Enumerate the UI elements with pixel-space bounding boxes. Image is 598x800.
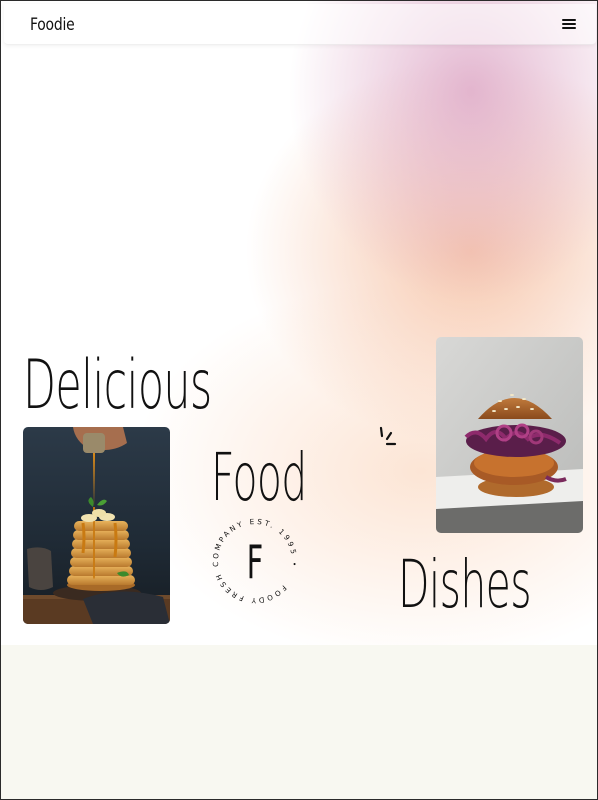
menu-line bbox=[562, 19, 576, 21]
brand-logo[interactable]: Foodie bbox=[30, 15, 75, 35]
hero-word-dishes: Dishes bbox=[398, 546, 532, 623]
spark-icon bbox=[379, 426, 397, 446]
hero-word-food: Food bbox=[211, 439, 307, 516]
badge-letter: F bbox=[246, 535, 264, 589]
menu-line bbox=[562, 27, 576, 29]
menu-line bbox=[562, 23, 576, 25]
page-frame: Foodie Delicious Food Dishes FOODY FRESH… bbox=[0, 0, 598, 800]
navbar: Foodie bbox=[4, 4, 596, 45]
hero-word-delicious: Delicious bbox=[23, 346, 212, 425]
hamburger-menu-icon[interactable] bbox=[560, 17, 578, 33]
pancake-photo bbox=[23, 427, 170, 624]
lower-section bbox=[1, 645, 597, 799]
burger-photo bbox=[436, 337, 583, 533]
foody-badge: FOODY FRESH COMPANY EST. 1995 • F bbox=[193, 499, 317, 623]
